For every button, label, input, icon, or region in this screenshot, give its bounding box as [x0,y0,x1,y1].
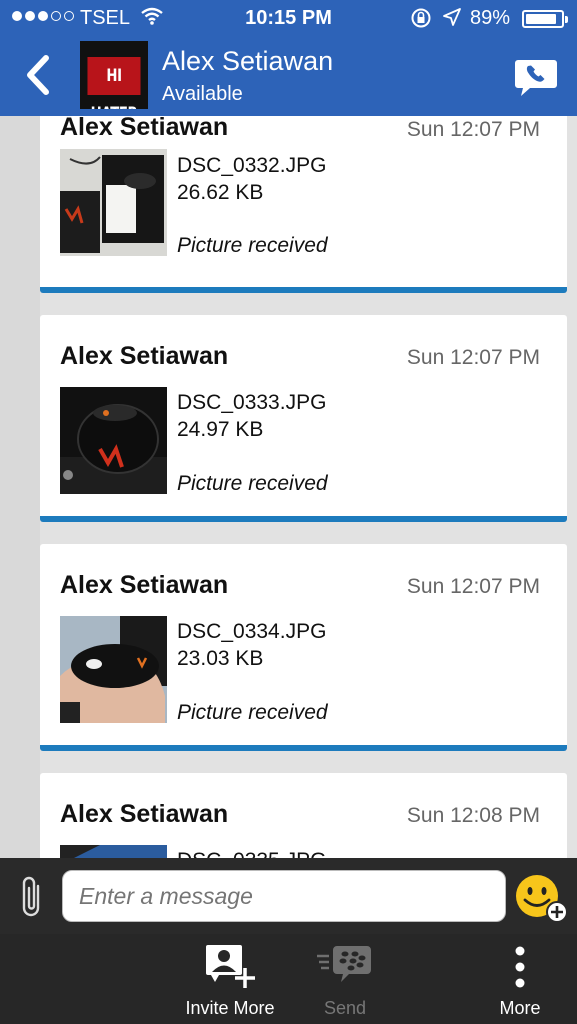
bbm-send-icon [317,946,371,982]
add-contact-icon [206,945,255,988]
avatar-text: HI HATER [87,57,141,109]
paperclip-icon[interactable] [18,874,46,920]
attachment-status: Picture received [177,234,328,257]
message-timestamp: Sun 12:08 PM [406,804,540,827]
more-label: More [499,998,541,1018]
message-card[interactable]: Alex Setiawan Sun 12:07 PM DSC_0332.JPG … [40,116,567,293]
attachment-size: 23.03 KB [177,647,264,670]
attachment-filename: DSC_0335.JPG [177,849,326,858]
smiley-plus-icon[interactable] [514,874,570,924]
status-bar: TSEL 10:15 PM 89% [0,0,577,36]
message-sender: Alex Setiawan [60,116,229,141]
contact-avatar[interactable]: HI HATER [80,41,148,109]
location-arrow-icon [443,8,461,26]
message-composer [0,858,577,934]
back-chevron-icon[interactable] [22,54,52,96]
battery-icon [522,10,568,28]
battery-percent: 89% [470,7,511,29]
phone-bubble-icon[interactable] [512,56,560,98]
rotation-lock-icon [411,8,431,28]
list-gutter [0,116,40,858]
message-input[interactable] [62,870,506,922]
attachment-filename: DSC_0334.JPG [177,620,327,643]
vertical-dots-icon [515,946,525,988]
message-sender: Alex Setiawan [60,800,229,828]
message-sender: Alex Setiawan [60,571,229,599]
attachment-filename: DSC_0332.JPG [177,154,327,177]
send-label: Send [323,998,367,1018]
attachment-status: Picture received [177,701,328,724]
picture-thumbnail[interactable] [60,845,167,858]
chat-header: HI HATER Alex Setiawan Available [0,36,577,116]
picture-thumbnail[interactable] [60,387,167,494]
more-button[interactable]: More [480,934,560,1024]
send-button[interactable]: Send [300,934,390,1024]
invite-more-button[interactable]: Invite More [170,934,290,1024]
contact-presence: Available [162,83,243,105]
message-card[interactable]: Alex Setiawan Sun 12:07 PM DSC_0333.JPG … [40,315,567,522]
attachment-status: Picture received [177,472,328,495]
message-timestamp: Sun 12:07 PM [406,346,540,369]
attachment-size: 24.97 KB [177,418,264,441]
invite-more-label: Invite More [185,998,275,1018]
message-list[interactable]: Alex Setiawan Sun 12:07 PM DSC_0332.JPG … [0,116,577,858]
message-timestamp: Sun 12:07 PM [406,575,540,598]
message-card[interactable]: Alex Setiawan Sun 12:07 PM DSC_0334.JPG … [40,544,567,751]
message-card[interactable]: Alex Setiawan Sun 12:08 PM DSC_0335.JPG [40,773,567,858]
picture-thumbnail[interactable] [60,616,167,723]
message-timestamp: Sun 12:07 PM [406,118,540,141]
attachment-filename: DSC_0333.JPG [177,391,327,414]
contact-name: Alex Setiawan [162,46,334,76]
message-sender: Alex Setiawan [60,342,229,370]
attachment-size: 26.62 KB [177,181,264,204]
picture-thumbnail[interactable] [60,149,167,256]
action-bar: Invite More Send More [0,934,577,1024]
